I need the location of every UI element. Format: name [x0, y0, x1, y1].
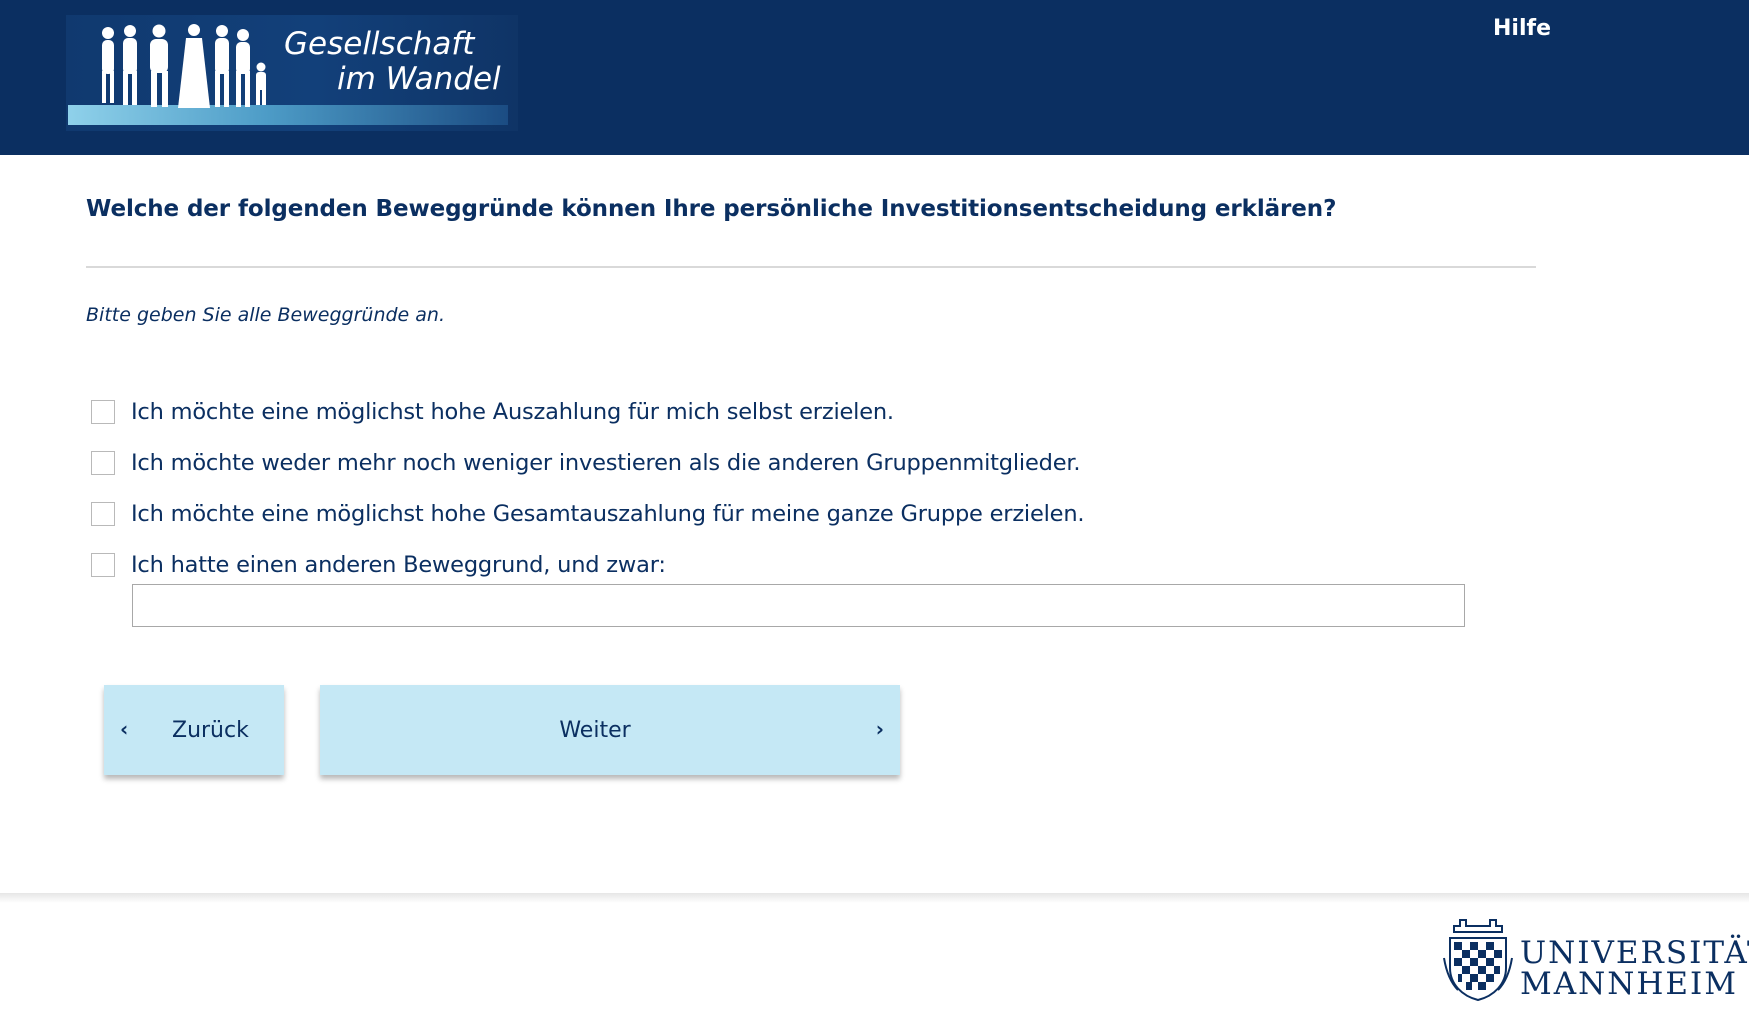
- other-reason-input[interactable]: [132, 584, 1465, 627]
- university-crest-icon: [1443, 919, 1513, 1002]
- next-button[interactable]: Weiter ›: [320, 685, 900, 775]
- people-silhouettes-icon: [102, 24, 266, 108]
- option-group-payout[interactable]: Ich möchte eine möglichst hohe Gesamtaus…: [91, 488, 1491, 539]
- top-header: Gesellschaft im Wandel Hilfe: [0, 0, 1749, 155]
- option-own-payout-label: Ich möchte eine möglichst hohe Auszahlun…: [131, 398, 894, 425]
- option-other-reason-label: Ich hatte einen anderen Beweggrund, und …: [131, 551, 666, 578]
- gesellschaft-im-wandel-logo: Gesellschaft im Wandel: [66, 15, 518, 131]
- logo-title-line-2: im Wandel: [337, 61, 501, 97]
- chevron-left-icon: ‹: [120, 717, 129, 741]
- option-equal-investment-label: Ich möchte weder mehr noch weniger inves…: [131, 449, 1081, 476]
- option-group-payout-label: Ich möchte eine möglichst hohe Gesamtaus…: [131, 500, 1085, 527]
- option-other-reason-checkbox[interactable]: [91, 552, 115, 577]
- option-equal-investment-checkbox[interactable]: [91, 450, 115, 475]
- option-own-payout[interactable]: Ich möchte eine möglichst hohe Auszahlun…: [91, 386, 1491, 437]
- question-divider: [86, 266, 1536, 268]
- logo-title: Gesellschaft im Wandel: [284, 27, 514, 97]
- answer-options: Ich möchte eine möglichst hohe Auszahlun…: [91, 386, 1491, 590]
- university-name: UNIVERSITÄT MANNHEIM: [1520, 938, 1749, 1000]
- option-group-payout-checkbox[interactable]: [91, 501, 115, 526]
- back-button[interactable]: ‹ Zurück: [104, 685, 284, 775]
- next-button-label: Weiter: [559, 718, 631, 743]
- question-title: Welche der folgenden Beweggründe können …: [86, 196, 1337, 222]
- back-button-label: Zurück: [172, 718, 249, 743]
- university-name-line-1: UNIVERSITÄT: [1520, 935, 1749, 971]
- option-own-payout-checkbox[interactable]: [91, 399, 115, 424]
- help-link[interactable]: Hilfe: [1493, 16, 1551, 41]
- option-equal-investment[interactable]: Ich möchte weder mehr noch weniger inves…: [91, 437, 1491, 488]
- university-name-line-2: MANNHEIM: [1520, 966, 1739, 1002]
- universitaet-mannheim-logo: UNIVERSITÄT MANNHEIM: [1440, 918, 1749, 1006]
- chevron-right-icon: ›: [875, 717, 884, 741]
- option-other-reason[interactable]: Ich hatte einen anderen Beweggrund, und …: [91, 539, 1491, 590]
- question-instruction: Bitte geben Sie alle Beweggründe an.: [86, 304, 446, 326]
- logo-title-line-1: Gesellschaft: [284, 26, 475, 62]
- footer-separator: [0, 893, 1749, 903]
